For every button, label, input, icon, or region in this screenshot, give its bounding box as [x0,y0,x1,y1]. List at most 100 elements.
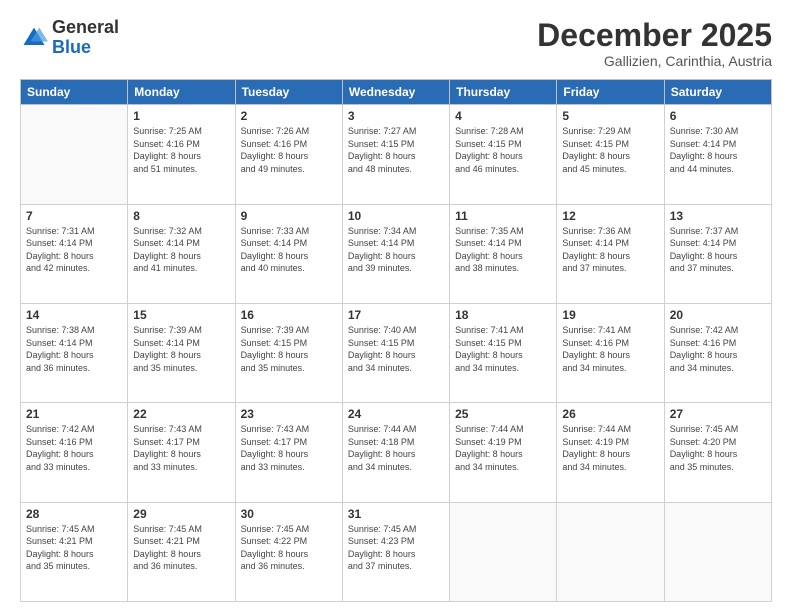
day-info: Sunrise: 7:30 AM Sunset: 4:14 PM Dayligh… [670,125,766,175]
day-number: 10 [348,209,444,223]
logo-blue-text: Blue [52,37,91,57]
table-row: 30Sunrise: 7:45 AM Sunset: 4:22 PM Dayli… [235,502,342,601]
day-number: 16 [241,308,337,322]
table-row: 27 Sunrise: 7:45 AM Sunset: 4:20 PM Dayli… [664,403,771,502]
day-number: 11 [455,209,551,223]
day-info: Sunrise: 7:44 AM Sunset: 4:19 PM Dayligh… [562,423,658,473]
logo-text: General Blue [52,18,119,58]
day-number: 18 [455,308,551,322]
table-row: 10 Sunrise: 7:34 AM Sunset: 4:14 PM Dayli… [342,204,449,303]
day-info: Sunrise: 7:29 AM Sunset: 4:15 PM Dayligh… [562,125,658,175]
day-info: Sunrise: 7:45 AM Sunset: 4:20 PM Dayligh… [670,423,766,473]
col-sunday: Sunday [21,80,128,105]
day-number: 7 [26,209,122,223]
day-number: 23 [241,407,337,421]
col-friday: Friday [557,80,664,105]
table-row: 19 Sunrise: 7:41 AM Sunset: 4:16 PM Dayli… [557,303,664,402]
col-tuesday: Tuesday [235,80,342,105]
day-number: 3 [348,109,444,123]
day-info: Sunrise: 7:41 AM Sunset: 4:16 PM Dayligh… [562,324,658,374]
table-row: 4Sunrise: 7:28 AM Sunset: 4:15 PM Daylig… [450,105,557,204]
day-info: Sunrise: 7:37 AM Sunset: 4:14 PM Dayligh… [670,225,766,275]
calendar-week-row: 21 Sunrise: 7:42 AM Sunset: 4:16 PM Dayli… [21,403,772,502]
col-monday: Monday [128,80,235,105]
table-row [664,502,771,601]
table-row: 2Sunrise: 7:26 AM Sunset: 4:16 PM Daylig… [235,105,342,204]
month-title: December 2025 [537,18,772,53]
table-row: 31 Sunrise: 7:45 AM Sunset: 4:23 PM Dayli… [342,502,449,601]
table-row: 17 Sunrise: 7:40 AM Sunset: 4:15 PM Dayli… [342,303,449,402]
table-row: 6 Sunrise: 7:30 AM Sunset: 4:14 PM Daylig… [664,105,771,204]
day-number: 27 [670,407,766,421]
table-row: 9Sunrise: 7:33 AM Sunset: 4:14 PM Daylig… [235,204,342,303]
day-number: 8 [133,209,229,223]
day-info: Sunrise: 7:35 AM Sunset: 4:14 PM Dayligh… [455,225,551,275]
day-info: Sunrise: 7:31 AM Sunset: 4:14 PM Dayligh… [26,225,122,275]
day-number: 28 [26,507,122,521]
day-number: 6 [670,109,766,123]
day-info: Sunrise: 7:39 AM Sunset: 4:14 PM Dayligh… [133,324,229,374]
day-info: Sunrise: 7:42 AM Sunset: 4:16 PM Dayligh… [26,423,122,473]
day-info: Sunrise: 7:34 AM Sunset: 4:14 PM Dayligh… [348,225,444,275]
calendar-header-row: Sunday Monday Tuesday Wednesday Thursday… [21,80,772,105]
table-row: 12Sunrise: 7:36 AM Sunset: 4:14 PM Dayli… [557,204,664,303]
table-row: 7 Sunrise: 7:31 AM Sunset: 4:14 PM Daylig… [21,204,128,303]
location-subtitle: Gallizien, Carinthia, Austria [537,53,772,69]
table-row: 13Sunrise: 7:37 AM Sunset: 4:14 PM Dayli… [664,204,771,303]
day-number: 21 [26,407,122,421]
page: General Blue December 2025 Gallizien, Ca… [0,0,792,612]
day-info: Sunrise: 7:45 AM Sunset: 4:21 PM Dayligh… [133,523,229,573]
logo: General Blue [20,18,119,58]
table-row: 1Sunrise: 7:25 AM Sunset: 4:16 PM Daylig… [128,105,235,204]
table-row: 5 Sunrise: 7:29 AM Sunset: 4:15 PM Daylig… [557,105,664,204]
day-number: 26 [562,407,658,421]
day-info: Sunrise: 7:32 AM Sunset: 4:14 PM Dayligh… [133,225,229,275]
table-row: 16 Sunrise: 7:39 AM Sunset: 4:15 PM Dayli… [235,303,342,402]
day-info: Sunrise: 7:43 AM Sunset: 4:17 PM Dayligh… [241,423,337,473]
day-number: 29 [133,507,229,521]
col-saturday: Saturday [664,80,771,105]
table-row: 26 Sunrise: 7:44 AM Sunset: 4:19 PM Dayli… [557,403,664,502]
day-number: 31 [348,507,444,521]
col-thursday: Thursday [450,80,557,105]
table-row [557,502,664,601]
table-row: 20 Sunrise: 7:42 AM Sunset: 4:16 PM Dayli… [664,303,771,402]
day-info: Sunrise: 7:28 AM Sunset: 4:15 PM Dayligh… [455,125,551,175]
calendar-week-row: 1Sunrise: 7:25 AM Sunset: 4:16 PM Daylig… [21,105,772,204]
day-info: Sunrise: 7:41 AM Sunset: 4:15 PM Dayligh… [455,324,551,374]
day-info: Sunrise: 7:45 AM Sunset: 4:23 PM Dayligh… [348,523,444,573]
day-number: 17 [348,308,444,322]
day-info: Sunrise: 7:44 AM Sunset: 4:18 PM Dayligh… [348,423,444,473]
logo-general-text: General [52,17,119,37]
table-row: 11 Sunrise: 7:35 AM Sunset: 4:14 PM Dayli… [450,204,557,303]
table-row: 22Sunrise: 7:43 AM Sunset: 4:17 PM Dayli… [128,403,235,502]
table-row: 29 Sunrise: 7:45 AM Sunset: 4:21 PM Dayli… [128,502,235,601]
day-info: Sunrise: 7:39 AM Sunset: 4:15 PM Dayligh… [241,324,337,374]
header: General Blue December 2025 Gallizien, Ca… [20,18,772,69]
day-number: 24 [348,407,444,421]
table-row [21,105,128,204]
day-info: Sunrise: 7:25 AM Sunset: 4:16 PM Dayligh… [133,125,229,175]
table-row: 15 Sunrise: 7:39 AM Sunset: 4:14 PM Dayli… [128,303,235,402]
table-row: 18 Sunrise: 7:41 AM Sunset: 4:15 PM Dayli… [450,303,557,402]
table-row: 3Sunrise: 7:27 AM Sunset: 4:15 PM Daylig… [342,105,449,204]
day-number: 19 [562,308,658,322]
table-row: 8 Sunrise: 7:32 AM Sunset: 4:14 PM Daylig… [128,204,235,303]
table-row: 23 Sunrise: 7:43 AM Sunset: 4:17 PM Dayli… [235,403,342,502]
day-number: 30 [241,507,337,521]
col-wednesday: Wednesday [342,80,449,105]
day-number: 25 [455,407,551,421]
day-info: Sunrise: 7:42 AM Sunset: 4:16 PM Dayligh… [670,324,766,374]
day-info: Sunrise: 7:44 AM Sunset: 4:19 PM Dayligh… [455,423,551,473]
day-number: 5 [562,109,658,123]
calendar-week-row: 14Sunrise: 7:38 AM Sunset: 4:14 PM Dayli… [21,303,772,402]
day-number: 14 [26,308,122,322]
day-number: 15 [133,308,229,322]
calendar-week-row: 28 Sunrise: 7:45 AM Sunset: 4:21 PM Dayli… [21,502,772,601]
day-number: 2 [241,109,337,123]
day-number: 20 [670,308,766,322]
day-info: Sunrise: 7:40 AM Sunset: 4:15 PM Dayligh… [348,324,444,374]
table-row [450,502,557,601]
table-row: 24 Sunrise: 7:44 AM Sunset: 4:18 PM Dayli… [342,403,449,502]
calendar-week-row: 7 Sunrise: 7:31 AM Sunset: 4:14 PM Daylig… [21,204,772,303]
